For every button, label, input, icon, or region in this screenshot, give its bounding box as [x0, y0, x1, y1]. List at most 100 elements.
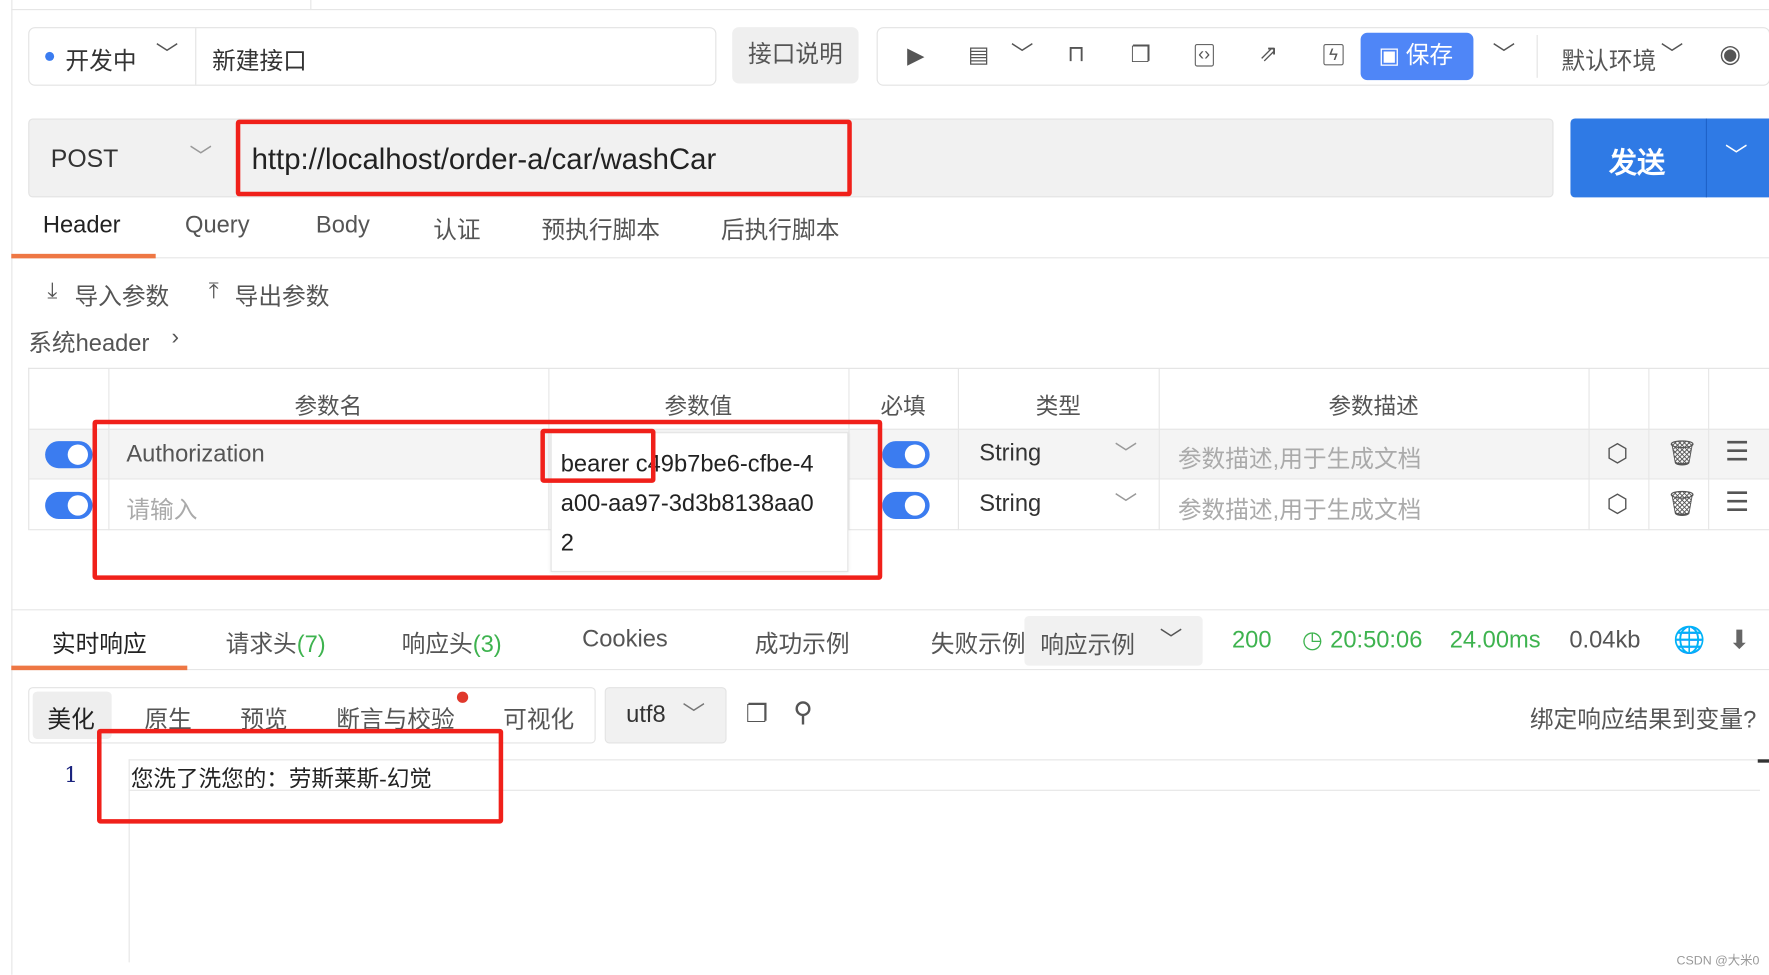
divider: [195, 28, 197, 85]
code-icon[interactable]: ‹›: [1194, 43, 1214, 67]
notification-dot: [456, 691, 469, 703]
tab-label: 响应头: [401, 631, 473, 658]
url-input[interactable]: http://localhost/order-a/car/washCar: [252, 142, 717, 177]
chevron-down-icon[interactable]: ﹀: [1725, 146, 1748, 169]
response-duration: 24.00ms: [1449, 627, 1541, 654]
type-select[interactable]: String: [979, 440, 1041, 467]
count-badge: (7): [296, 631, 326, 658]
param-name-input[interactable]: Authorization: [126, 441, 264, 468]
column-header-required: 必填: [880, 394, 926, 420]
tab-query[interactable]: Query: [185, 212, 250, 239]
url-bar: POST ﹀ http://localhost/order-a/car/wash…: [28, 118, 1554, 198]
required-toggle[interactable]: [882, 491, 930, 519]
tab-label: 请求头: [225, 631, 297, 658]
response-body: 您洗了洗您的：劳斯莱斯-幻觉: [130, 764, 432, 792]
tab-auth[interactable]: 认证: [433, 212, 480, 246]
response-example-select[interactable]: 响应示例 ﹀: [1024, 615, 1203, 666]
chevron-down-icon: ﹀: [1159, 628, 1183, 654]
tab-success-example[interactable]: 成功示例: [755, 626, 850, 660]
search-icon[interactable]: ⚲: [793, 699, 813, 726]
api-name-bar: 开发中 ﹀ 新建接口: [28, 27, 717, 86]
trash-icon[interactable]: 🗑: [1666, 441, 1698, 466]
gutter-divider: [128, 759, 130, 963]
trash-icon[interactable]: 🗑: [1666, 491, 1698, 517]
tab-response-headers[interactable]: 响应头(3): [402, 626, 502, 660]
send-label: 发送: [1608, 147, 1666, 180]
chevron-down-icon[interactable]: ﹀: [1493, 44, 1516, 67]
column-header-value: 参数值: [664, 394, 733, 420]
share-icon[interactable]: ⇗: [1259, 43, 1278, 66]
param-name-input[interactable]: 请输入: [126, 492, 197, 526]
row-divider: [29, 529, 1769, 531]
chevron-down-icon[interactable]: ﹀: [1115, 494, 1138, 517]
tab-header[interactable]: Header: [43, 212, 121, 239]
row-divider: [29, 428, 1769, 430]
value-line: 2: [560, 530, 574, 557]
row-divider: [29, 478, 1769, 480]
toolbar: ▶ ▤ ﹀ ⊓ ❐ ‹› ⇗ ϟ ▣ 保存 ﹀ 默认环境 ﹀ ◉: [876, 27, 1769, 86]
system-header-toggle[interactable]: 系统header: [28, 325, 149, 359]
clock-icon: ◷: [1301, 627, 1323, 654]
tab-live-response[interactable]: 实时响应: [52, 626, 147, 660]
send-button[interactable]: 发送 ﹀: [1570, 118, 1769, 198]
column-header-desc: 参数描述: [1328, 394, 1419, 420]
export-icon[interactable]: ⤒: [209, 280, 219, 303]
tab-visualize[interactable]: 可视化: [503, 702, 574, 736]
download-icon[interactable]: ⬇: [1728, 627, 1750, 653]
tab-request-headers[interactable]: 请求头(7): [226, 626, 326, 660]
param-desc-input[interactable]: 参数描述,用于生成文档: [1178, 492, 1422, 526]
param-value-textarea[interactable]: bearer c49b7be6-cfbe-4 a00-aa97-3d3b8138…: [550, 432, 849, 572]
save-button[interactable]: ▣ 保存: [1360, 32, 1474, 81]
divider: [236, 119, 239, 197]
environment-select[interactable]: 默认环境: [1561, 43, 1656, 77]
chevron-down-icon[interactable]: ﹀: [156, 44, 179, 67]
flash-icon[interactable]: ϟ: [1323, 43, 1344, 66]
drag-handle-icon[interactable]: ☰: [1725, 438, 1749, 466]
status-select[interactable]: 开发中: [65, 43, 136, 77]
eye-icon[interactable]: ◉: [1719, 41, 1741, 67]
tab-raw[interactable]: 原生: [144, 702, 191, 736]
bind-response-link[interactable]: 绑定响应结果到变量?: [1530, 702, 1756, 736]
tab-post-script[interactable]: 后执行脚本: [721, 212, 839, 246]
chevron-down-icon[interactable]: ﹀: [1115, 443, 1138, 466]
unlock-icon[interactable]: ⊓: [1067, 43, 1085, 66]
tab-preview[interactable]: 预览: [240, 702, 287, 736]
watermark: CSDN @大米0: [1676, 954, 1760, 968]
required-toggle[interactable]: [882, 441, 930, 469]
line-number: 1: [64, 762, 78, 788]
status-dot-icon: [45, 51, 55, 61]
cube-icon[interactable]: ⬡: [1607, 491, 1629, 517]
import-button[interactable]: 导入参数: [74, 279, 169, 313]
row-enabled-toggle[interactable]: [45, 491, 93, 519]
row-enabled-toggle[interactable]: [45, 441, 93, 469]
chevron-down-icon[interactable]: ﹀: [1011, 44, 1034, 67]
copy-icon[interactable]: ❐: [746, 701, 768, 727]
tab-cookies[interactable]: Cookies: [582, 626, 668, 653]
import-icon[interactable]: ⤓: [47, 280, 57, 303]
divider: [1536, 34, 1538, 78]
tab-pretty[interactable]: 美化: [47, 702, 94, 736]
encoding-label: utf8: [626, 701, 666, 728]
drag-handle-icon[interactable]: ☰: [1725, 489, 1749, 517]
tab-pre-script[interactable]: 预执行脚本: [542, 212, 660, 246]
chevron-down-icon[interactable]: ﹀: [190, 147, 213, 170]
method-select[interactable]: POST: [51, 144, 119, 173]
encoding-select[interactable]: utf8 ﹀: [604, 687, 727, 744]
chevron-down-icon[interactable]: ﹀: [1661, 44, 1684, 67]
globe-icon[interactable]: 🌐: [1673, 627, 1705, 653]
param-desc-input[interactable]: 参数描述,用于生成文档: [1178, 441, 1422, 475]
chevron-right-icon[interactable]: ›: [171, 326, 179, 349]
cube-icon[interactable]: ⬡: [1607, 441, 1629, 466]
run-icon[interactable]: ▶: [907, 45, 924, 68]
export-button[interactable]: 导出参数: [235, 279, 330, 313]
document-icon[interactable]: ▤: [968, 44, 989, 67]
tab-body[interactable]: Body: [316, 212, 370, 239]
doc-button[interactable]: 接口说明: [732, 27, 859, 84]
value-line: bearer c49b7be6-cfbe-4: [560, 451, 814, 478]
scrollbar[interactable]: [1757, 759, 1769, 763]
copy-icon[interactable]: ❐: [1130, 44, 1150, 67]
api-name-input[interactable]: 新建接口: [212, 43, 307, 77]
tab-fail-example[interactable]: 失败示例: [931, 626, 1026, 660]
type-select[interactable]: String: [979, 491, 1041, 518]
tab-assertions[interactable]: 断言与校验: [336, 702, 454, 736]
